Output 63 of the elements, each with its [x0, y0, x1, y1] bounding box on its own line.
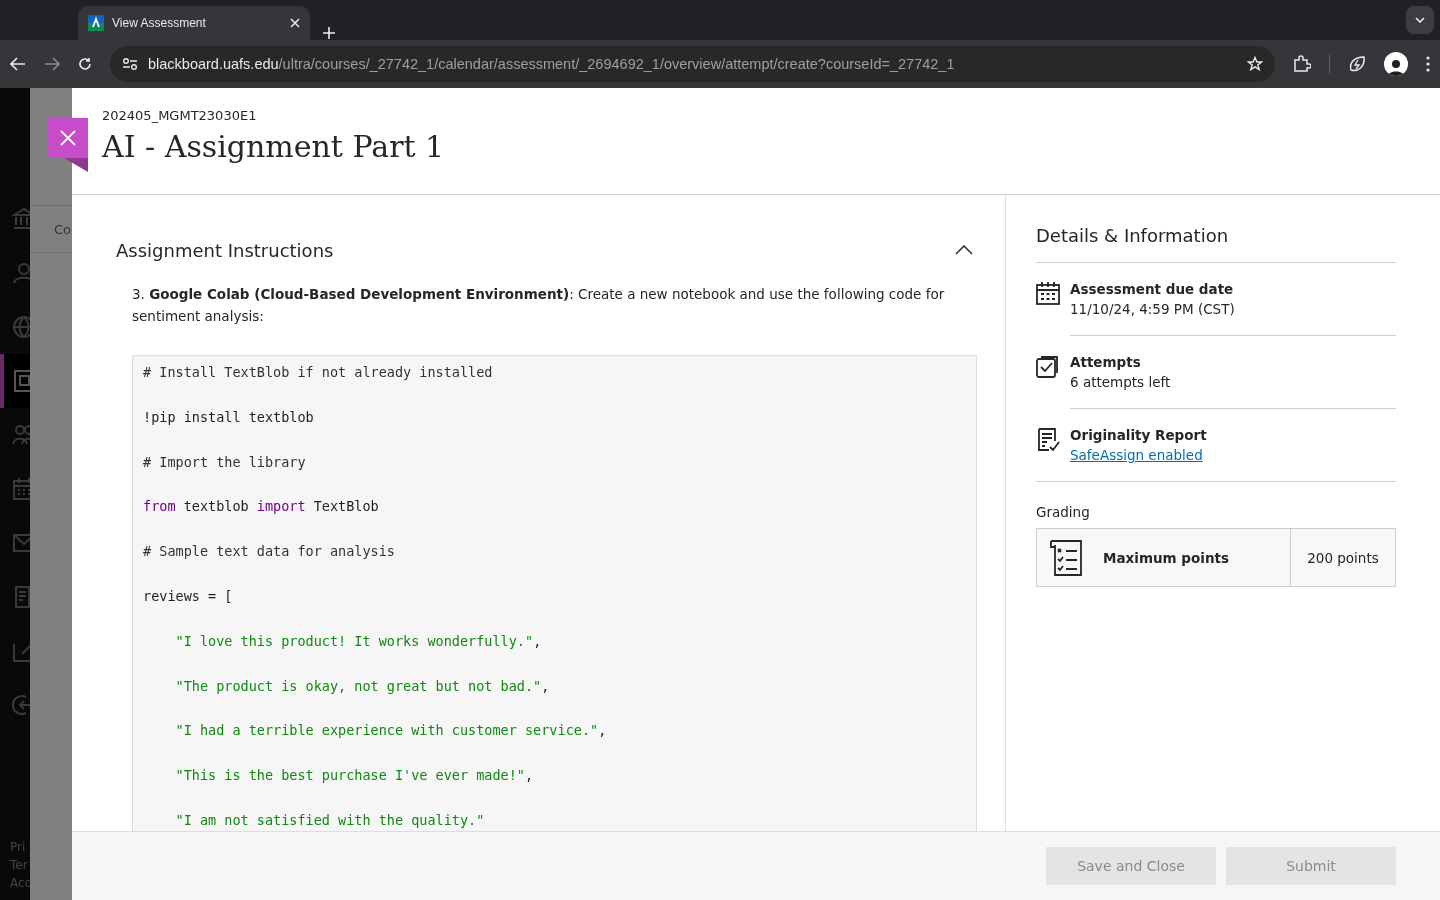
browser-tab[interactable]: View Assessment: [78, 6, 310, 40]
checkbox-stack-icon: [1036, 354, 1060, 378]
envelope-icon: [12, 531, 30, 555]
nav-item[interactable]: [0, 354, 30, 408]
favicon-icon: [88, 15, 104, 31]
rubric-icon: [1047, 538, 1085, 577]
sign-out-icon: [12, 693, 30, 717]
person-silhouette-icon: [1387, 58, 1405, 76]
report-icon: [1036, 427, 1060, 451]
person-icon: [12, 261, 30, 285]
detail-label: Assessment due date: [1070, 281, 1235, 297]
close-button[interactable]: [48, 118, 88, 172]
section-heading: Assignment Instructions: [116, 239, 334, 261]
code-line: from textblob import TextBlob: [143, 497, 380, 517]
group-icon: [12, 423, 30, 447]
detail-value: 6 attempts left: [1070, 374, 1172, 390]
back-icon[interactable]: [10, 57, 26, 71]
calendar-icon: [12, 477, 30, 501]
puzzle-icon[interactable]: [1293, 55, 1311, 73]
code-line: # Sample text data for analysis: [143, 542, 396, 562]
tab-title: View Assessment: [112, 16, 207, 30]
code-line: "The product is okay, not great but not bad.",: [174, 676, 551, 696]
code-line: "This is the best purchase I've ever made!",: [174, 766, 535, 786]
tab-search-button[interactable]: [1406, 6, 1434, 34]
code-line: "I love this product! It works wonderfully.",: [174, 631, 543, 651]
grading-heading: Grading: [1036, 504, 1091, 520]
footer-link[interactable]: Pri: [10, 840, 30, 854]
detail-label: Originality Report: [1070, 427, 1208, 443]
grading-label: Maximum points: [1103, 549, 1229, 566]
course-id: 202405_MGMT23030E1: [102, 108, 258, 123]
globe-icon: [12, 315, 30, 339]
assessment-title: AI - Assignment Part 1: [102, 129, 446, 164]
chevron-down-icon: [1415, 17, 1425, 23]
instruction-text: 3. Google Colab (Cloud-Based Development Environment): Create a new notebook and use the following code for sentiment analysis:: [132, 285, 946, 326]
code-line: # Import the library: [143, 452, 307, 472]
details-heading: Details & Information: [1036, 225, 1396, 263]
code-line: !pip install textblob: [143, 407, 315, 427]
code-line: reviews = [: [143, 587, 234, 606]
url-text: blackboard.uafs.edu/ultra/courses/_27742_1/calendar/assessment/_2694692_1/overview/attempt/create?courseId=_27742_1: [148, 56, 956, 72]
points-value: 200 points: [1290, 529, 1395, 586]
footer-link[interactable]: Acc: [10, 876, 30, 890]
leaf-icon[interactable]: [1348, 55, 1366, 73]
institution-icon: [12, 207, 30, 231]
address-bar[interactable]: blackboard.uafs.edu/ultra/courses/_27742_1/calendar/assessment/_2694692_1/overview/attempt/create?courseId=_27742_1: [110, 46, 1275, 82]
profile-avatar[interactable]: [1384, 52, 1408, 76]
detail-value: 11/10/24, 4:59 PM (CST): [1070, 301, 1236, 317]
document-icon: [12, 585, 30, 609]
footer-link[interactable]: Ter: [10, 858, 30, 872]
detail-label: Attempts: [1070, 354, 1142, 370]
code-line: "I had a terrible experience with customer service.",: [174, 721, 608, 741]
new-tab-icon[interactable]: [322, 26, 336, 40]
code-line: # Install TextBlob if not already installed: [143, 363, 494, 382]
star-icon[interactable]: [1247, 56, 1263, 72]
site-settings-icon[interactable]: [122, 57, 138, 71]
reload-icon[interactable]: [78, 57, 92, 71]
calendar-icon: [1036, 281, 1060, 305]
close-icon[interactable]: [290, 18, 300, 28]
forward-icon[interactable]: [44, 57, 60, 71]
course-icon: [12, 369, 30, 393]
more-icon[interactable]: [1426, 56, 1430, 72]
safeassign-link[interactable]: SafeAssign enabled: [1070, 447, 1203, 463]
code-line: "I am not satisfied with the quality.": [174, 810, 486, 830]
chevron-up-icon: [955, 245, 973, 255]
